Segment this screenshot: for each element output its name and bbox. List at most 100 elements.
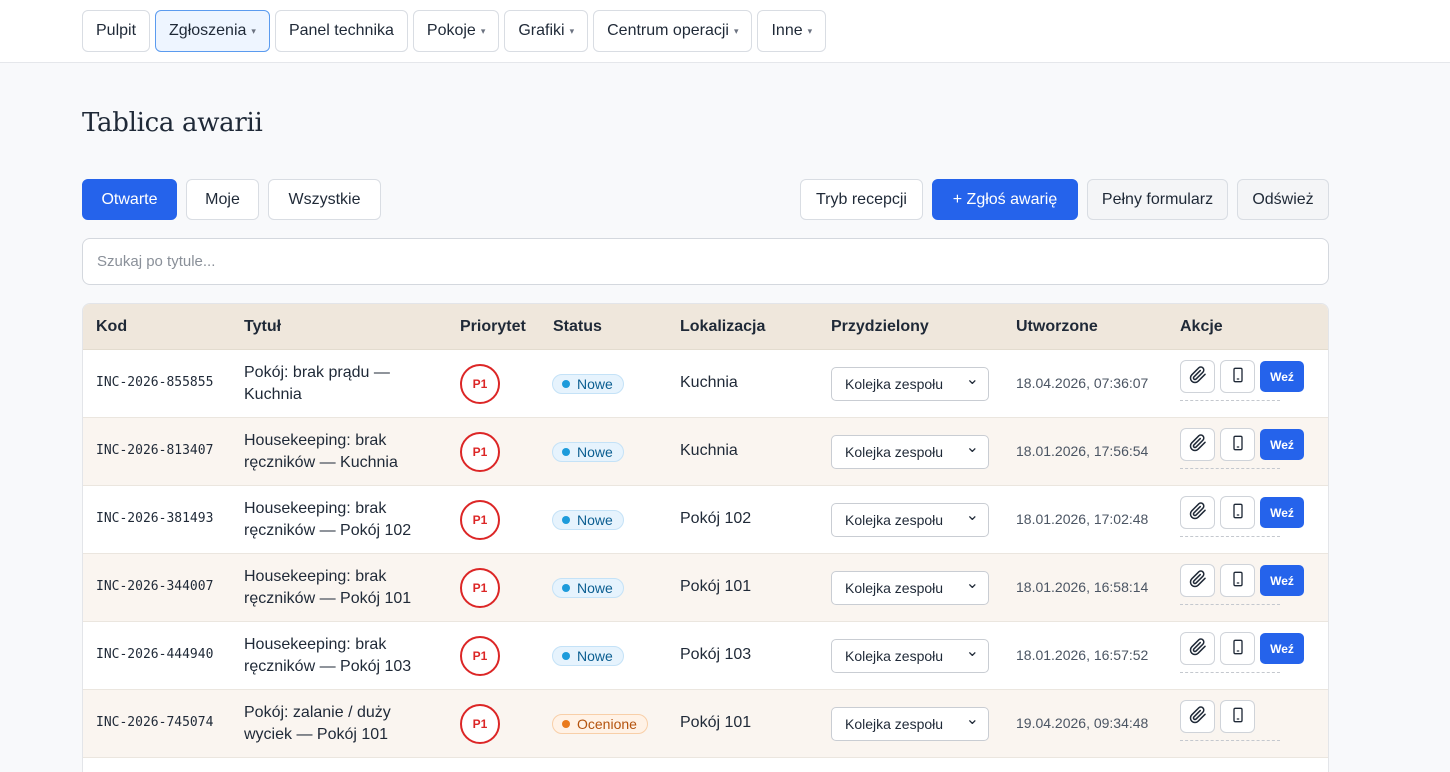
attach-button[interactable] — [1180, 632, 1215, 665]
nav-item-1[interactable]: Zgłoszenia ▾ — [155, 10, 270, 52]
incident-code: INC-2026-745074 — [96, 715, 214, 730]
priority-badge: P1 — [460, 364, 500, 404]
row-actions: Weź — [1180, 564, 1304, 605]
filter-mine-button[interactable]: Moje — [186, 179, 259, 220]
chevron-down-icon: ⌄ — [965, 371, 979, 388]
created-date: 19.04.2026, 09:34:48 — [1016, 715, 1149, 731]
incident-code: INC-2026-813407 — [96, 443, 214, 458]
take-button[interactable]: Weź — [1260, 429, 1304, 460]
nav-item-5[interactable]: Centrum operacji ▾ — [593, 10, 753, 52]
created-date: 18.01.2026, 16:57:52 — [1016, 647, 1149, 663]
status-badge: Nowe — [552, 646, 624, 666]
nav-item-label: Inne — [771, 22, 803, 39]
incident-title: Housekeeping: brak ręczników — Pokój 102 — [244, 500, 412, 539]
mobile-button[interactable] — [1220, 632, 1255, 665]
search-input[interactable] — [82, 238, 1329, 285]
caret-down-icon: ▾ — [569, 25, 575, 36]
assignee-select[interactable]: Kolejka zespołu ⌄ — [831, 707, 989, 741]
status-badge: Nowe — [552, 510, 624, 530]
incident-title: Housekeeping: brak ręczników — Pokój 103 — [244, 636, 412, 675]
status-badge: Ocenione — [552, 714, 648, 734]
status-label: Nowe — [577, 376, 613, 392]
paperclip-icon — [1189, 501, 1207, 524]
take-button[interactable]: Weź — [1260, 497, 1304, 528]
caret-down-icon: ▾ — [480, 25, 486, 36]
reception-mode-button[interactable]: Tryb recepcji — [800, 179, 923, 220]
nav-item-4[interactable]: Grafiki ▾ — [504, 10, 589, 52]
mobile-button[interactable] — [1220, 700, 1255, 733]
status-dot-icon — [562, 652, 570, 660]
status-label: Nowe — [577, 580, 613, 596]
assignee-select[interactable]: Kolejka zespołu ⌄ — [831, 503, 989, 537]
phone-icon — [1230, 502, 1246, 524]
table-body: INC-2026-855855 Pokój: brak prądu — Kuchn… — [83, 350, 1328, 758]
filter-open-button[interactable]: Otwarte — [82, 179, 177, 220]
nav-item-0[interactable]: Pulpit — [82, 10, 151, 52]
chevron-down-icon: ⌄ — [965, 575, 979, 592]
mobile-button[interactable] — [1220, 496, 1255, 529]
refresh-button[interactable]: Odśwież — [1237, 179, 1329, 220]
status-badge: Nowe — [552, 374, 624, 394]
priority-badge: P1 — [460, 704, 500, 744]
take-button[interactable]: Weź — [1260, 633, 1304, 664]
header-created: Utworzone — [1016, 318, 1098, 335]
nav-item-3[interactable]: Pokoje ▾ — [412, 10, 500, 52]
mobile-button[interactable] — [1220, 360, 1255, 393]
assignee-select[interactable]: Kolejka zespołu ⌄ — [831, 435, 989, 469]
phone-icon — [1230, 638, 1246, 660]
status-label: Nowe — [577, 444, 613, 460]
priority-badge: P1 — [460, 568, 500, 608]
created-date: 18.01.2026, 17:56:54 — [1016, 443, 1149, 459]
chevron-down-icon: ⌄ — [965, 507, 979, 524]
incident-location: Kuchnia — [680, 374, 738, 391]
phone-icon — [1230, 570, 1246, 592]
filter-all-button[interactable]: Wszystkie — [268, 179, 381, 220]
attach-button[interactable] — [1180, 360, 1215, 393]
incident-location: Kuchnia — [680, 442, 738, 459]
incident-location: Pokój 103 — [680, 646, 752, 663]
table-row: INC-2026-855855 Pokój: brak prądu — Kuchn… — [83, 350, 1328, 418]
nav-item-6[interactable]: Inne ▾ — [757, 10, 827, 52]
incident-title: Pokój: zalanie / duży wyciek — Pokój 101 — [244, 704, 391, 743]
top-navigation: Pulpit Zgłoszenia ▾ Panel technika Pokoje ▾ Gr… — [0, 0, 1450, 63]
nav-item-label: Grafiki — [518, 22, 565, 39]
status-badge: Nowe — [552, 442, 624, 462]
attach-button[interactable] — [1180, 700, 1215, 733]
status-dot-icon — [562, 448, 570, 456]
header-actions: Akcje — [1180, 318, 1223, 335]
take-button[interactable]: Weź — [1260, 565, 1304, 596]
assignee-value: Kolejka zespołu — [845, 716, 944, 732]
nav-item-2[interactable]: Panel technika — [274, 10, 408, 52]
assignee-select[interactable]: Kolejka zespołu ⌄ — [831, 571, 989, 605]
mobile-button[interactable] — [1220, 428, 1255, 461]
attach-button[interactable] — [1180, 428, 1215, 461]
attach-button[interactable] — [1180, 496, 1215, 529]
mobile-button[interactable] — [1220, 564, 1255, 597]
incident-code: INC-2026-344007 — [96, 579, 214, 594]
paperclip-icon — [1189, 637, 1207, 660]
paperclip-icon — [1189, 569, 1207, 592]
paperclip-icon — [1189, 705, 1207, 728]
row-actions — [1180, 700, 1280, 741]
attach-button[interactable] — [1180, 564, 1215, 597]
caret-down-icon: ▾ — [807, 25, 813, 36]
header-assigned: Przydzielony — [831, 318, 929, 335]
assignee-select[interactable]: Kolejka zespołu ⌄ — [831, 367, 989, 401]
incident-location: Pokój 101 — [680, 578, 752, 595]
incident-code: INC-2026-381493 — [96, 511, 214, 526]
row-actions: Weź — [1180, 632, 1304, 673]
nav-item-label: Pulpit — [96, 22, 137, 39]
table-row: INC-2026-813407 Housekeeping: brak ręczni… — [83, 418, 1328, 486]
header-status: Status — [553, 318, 602, 335]
take-button[interactable]: Weź — [1260, 361, 1304, 392]
row-actions: Weź — [1180, 428, 1304, 469]
status-dot-icon — [562, 380, 570, 388]
page-title: Tablica awarii — [82, 108, 263, 138]
full-form-button[interactable]: Pełny formularz — [1087, 179, 1228, 220]
caret-down-icon: ▾ — [733, 25, 739, 36]
assignee-select[interactable]: Kolejka zespołu ⌄ — [831, 639, 989, 673]
nav-item-label: Centrum operacji — [607, 22, 729, 39]
row-actions: Weź — [1180, 360, 1304, 401]
status-label: Nowe — [577, 512, 613, 528]
report-failure-button[interactable]: + Zgłoś awarię — [932, 179, 1078, 220]
